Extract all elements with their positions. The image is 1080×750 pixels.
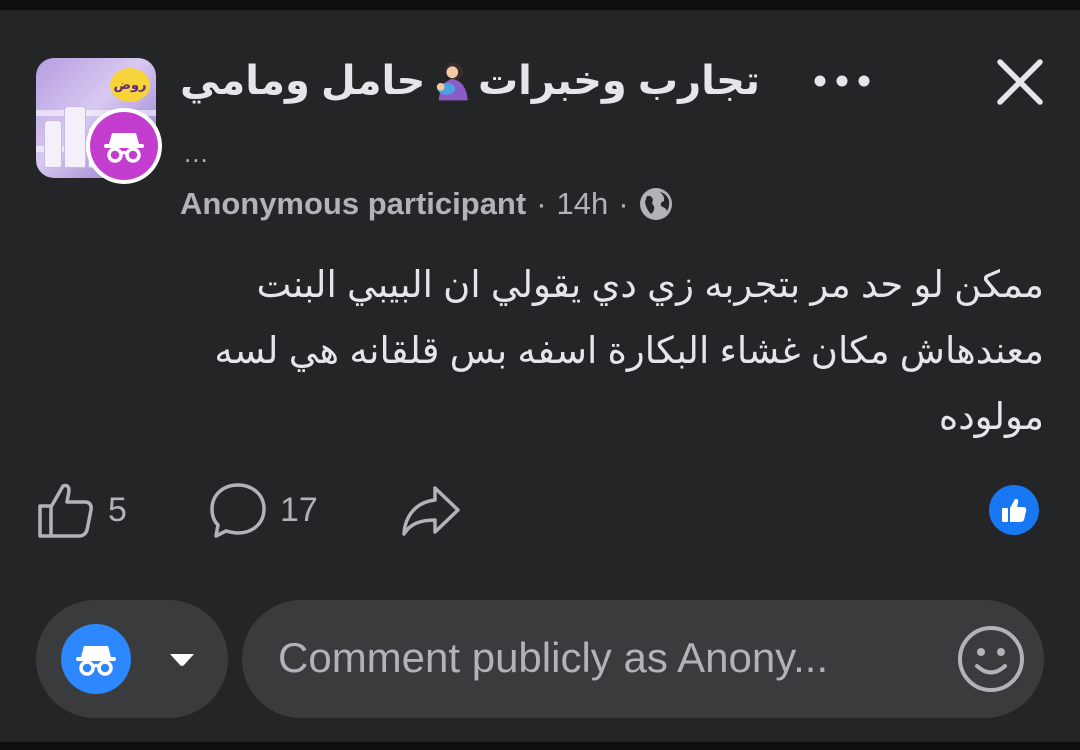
like-icon — [38, 483, 93, 538]
close-icon — [997, 59, 1043, 105]
like-count: 5 — [108, 490, 127, 529]
comment-count: 17 — [280, 490, 318, 529]
post-text: ممكن لو حد مر بتجربه زي دي يقولي ان البي… — [214, 264, 1044, 437]
more-options-icon — [814, 75, 870, 87]
group-name-part1: تجارب وخبرات — [477, 59, 760, 103]
comment-button[interactable]: 17 — [208, 478, 318, 542]
chevron-down-icon — [170, 654, 194, 666]
like-reaction-badge[interactable] — [989, 485, 1039, 535]
group-name[interactable]: تجارب وخبرات حامل ومامي — [180, 56, 760, 106]
smiley-icon — [958, 626, 1024, 692]
post-meta: Anonymous participant · 14h · — [180, 184, 673, 224]
like-button[interactable]: 5 — [36, 478, 127, 542]
breastfeeding-mother-icon — [437, 62, 469, 101]
anonymous-icon — [104, 133, 144, 163]
bottom-edge — [0, 742, 1080, 750]
anonymous-icon — [76, 646, 116, 676]
close-button[interactable] — [990, 52, 1050, 112]
comment-input[interactable]: Comment publicly as Anony... — [242, 600, 1044, 718]
anonymous-avatar — [86, 108, 162, 184]
group-name-ellipsis: ... — [184, 138, 209, 168]
post-time[interactable]: 14h — [557, 186, 609, 222]
share-button[interactable] — [400, 478, 462, 542]
author-name[interactable]: Anonymous participant — [180, 186, 526, 222]
comment-icon — [210, 483, 266, 538]
avatar-badge: روض — [110, 68, 150, 102]
meta-separator-2: · — [618, 186, 629, 221]
identity-selector[interactable] — [36, 600, 228, 718]
group-name-part2: حامل ومامي — [180, 59, 426, 103]
globe-icon — [639, 188, 672, 220]
identity-avatar — [61, 624, 131, 694]
emoji-button[interactable] — [956, 624, 1026, 694]
top-edge — [0, 0, 1080, 10]
share-icon — [402, 486, 460, 536]
meta-separator: · — [536, 186, 547, 221]
comment-placeholder: Comment publicly as Anony... — [278, 634, 829, 681]
like-reaction-icon — [1002, 498, 1027, 522]
more-options-button[interactable] — [812, 66, 872, 96]
